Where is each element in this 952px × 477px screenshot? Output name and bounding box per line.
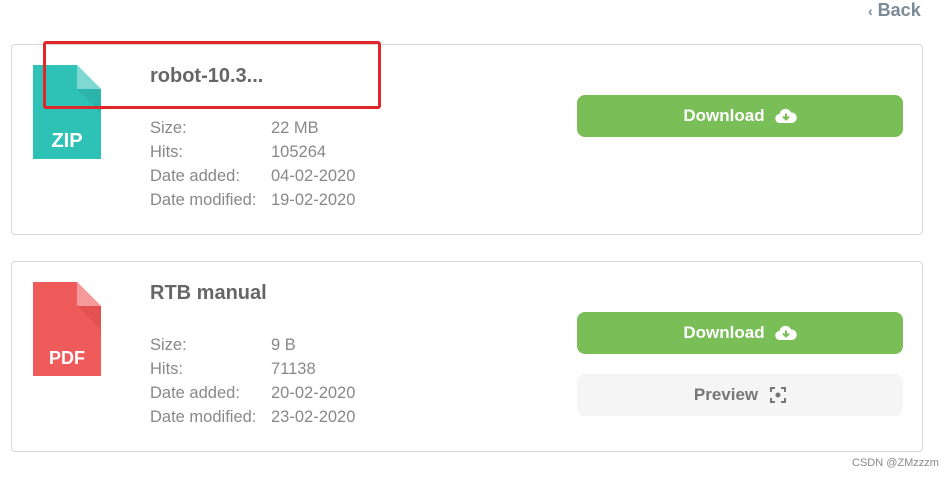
meta-row-date-added: Date added: 04-02-2020 [150,164,355,188]
meta-value: 23-02-2020 [271,408,356,426]
preview-label: Preview [693,385,759,404]
file-card-pdf: PDF RTB manual Size: 9 B Hits: 71138 Date … [11,261,923,452]
meta-row-hits: Hits: 71138 [150,357,355,381]
meta-row-date-modified: Date modified: 19-02-2020 [150,188,355,212]
download-button[interactable]: Download [577,95,903,137]
meta-key: Date added: [150,384,240,402]
meta-key: Hits: [150,360,183,378]
file-meta: Size: 22 MB Hits: 105264 Date added: 04-02-… [150,116,355,212]
back-link[interactable]: ‹ Back [868,0,921,21]
watermark: CSDN @ZMzzzm [852,457,939,469]
meta-row-date-modified: Date modified: 23-02-2020 [150,405,355,429]
meta-row-date-added: Date added: 20-02-2020 [150,381,355,405]
file-type-label: ZIP [51,130,82,152]
meta-key: Size: [150,336,187,354]
pdf-file-icon: PDF [33,282,101,376]
meta-value: 71138 [271,360,316,378]
meta-value: 20-02-2020 [271,384,356,402]
meta-value: 19-02-2020 [271,191,356,209]
meta-row-size: Size: 9 B [150,333,355,357]
file-title[interactable]: RTB manual [150,282,267,305]
file-meta: Size: 9 B Hits: 71138 Date added: 20-02-202… [150,333,355,429]
meta-key: Date modified: [150,191,257,209]
cloud-download-icon [774,108,797,124]
file-card-zip: ZIP robot-10.3... Size: 22 MB Hits: 105264… [11,44,923,235]
zip-file-icon: ZIP [33,65,101,159]
meta-key: Date added: [150,167,240,185]
cloud-download-icon [774,325,797,341]
meta-key: Hits: [150,143,183,161]
meta-row-hits: Hits: 105264 [150,140,355,164]
back-label: Back [877,0,921,20]
meta-value: 04-02-2020 [271,167,356,185]
meta-value: 105264 [271,143,327,161]
meta-row-size: Size: 22 MB [150,116,355,140]
download-label: Download [683,106,765,125]
download-label: Download [683,323,765,342]
chevron-left-icon: ‹ [868,2,873,19]
file-title[interactable]: robot-10.3... [150,65,263,88]
meta-key: Date modified: [150,408,257,426]
focus-frame-icon [770,387,787,403]
file-type-label: PDF [49,348,85,368]
meta-key: Size: [150,119,187,137]
meta-value: 9 B [271,336,296,354]
meta-value: 22 MB [271,119,319,137]
preview-button[interactable]: Preview [577,374,903,416]
download-button[interactable]: Download [577,312,903,354]
